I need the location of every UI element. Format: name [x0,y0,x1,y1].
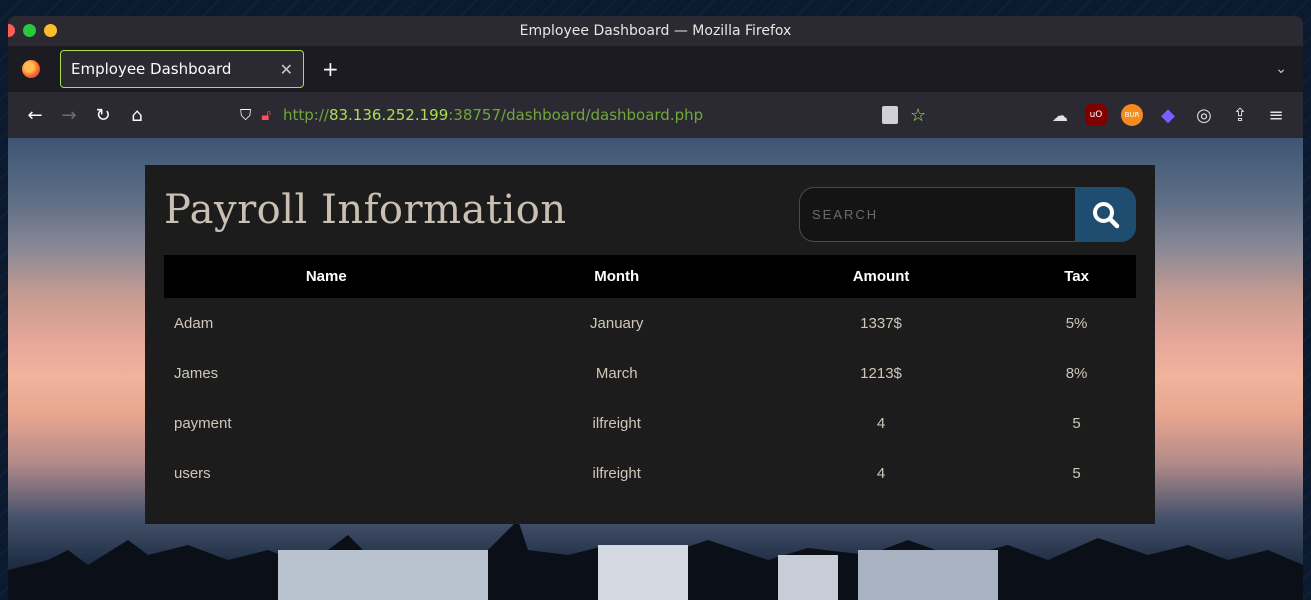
home-icon[interactable]: ⌂ [120,105,154,126]
payroll-panel: Payroll Information Name Month Amount [145,165,1155,524]
close-window-button[interactable] [8,24,15,37]
cell-name: James [174,364,219,382]
table-row: payment ilfreight 4 5 [164,398,1136,448]
table-row: Adam January 1337$ 5% [164,298,1136,348]
back-arrow-icon[interactable]: ← [18,105,52,126]
window-controls [8,24,57,37]
tab-label: Employee Dashboard [71,60,232,78]
tab-employee-dashboard[interactable]: Employee Dashboard ✕ [60,50,304,88]
chevron-down-icon[interactable]: ⌄ [1275,61,1287,77]
url-bar[interactable]: ⛉ 🔓︎ http://83.136.252.199:38757/dashboa… [240,106,703,124]
minimize-window-button[interactable] [44,24,57,37]
url-path: :38757/dashboard/dashboard.php [448,106,704,124]
cell-tax: 8% [1065,364,1088,382]
extension-icon[interactable]: ☁ [1049,104,1071,126]
search-button[interactable] [1075,187,1136,242]
extensions-toolbar: ☁ uO BUR ◆ ◎ ⇪ ≡ [1049,104,1287,126]
cell-amount: 1213$ [860,364,902,382]
tab-bar: Employee Dashboard ✕ + ⌄ [8,46,1303,92]
reload-icon[interactable]: ↻ [86,105,120,126]
cell-month: March [595,364,638,382]
payroll-table: Name Month Amount Tax Adam January 1337$… [164,255,1136,498]
page-content: Payroll Information Name Month Amount [8,138,1303,600]
menu-icon[interactable]: ≡ [1265,104,1287,126]
cell-month: ilfreight [592,414,641,432]
diamond-icon[interactable]: ◆ [1157,104,1179,126]
cell-tax: 5 [1072,464,1081,482]
ublock-icon[interactable]: uO [1085,104,1107,126]
cell-amount: 4 [876,464,886,482]
cookie-icon[interactable]: ◎ [1193,104,1215,126]
cell-amount: 4 [876,414,886,432]
cell-amount: 1337$ [860,314,902,332]
column-header-name: Name [305,268,347,285]
new-tab-button[interactable]: + [322,57,339,81]
cell-tax: 5 [1072,414,1081,432]
navigation-bar: ← → ↻ ⌂ ⛉ 🔓︎ http://83.136.252.199:38757… [8,92,1303,138]
column-header-amount: Amount [852,268,910,285]
reader-view-icon[interactable] [882,106,898,124]
url-host: 83.136.252.199 [328,106,449,124]
table-header-row: Name Month Amount Tax [164,255,1136,298]
share-icon[interactable]: ⇪ [1229,104,1251,126]
table-row: James March 1213$ 8% [164,348,1136,398]
close-icon[interactable]: ✕ [280,60,293,79]
forward-arrow-icon[interactable]: → [52,105,86,126]
window-title: Employee Dashboard — Mozilla Firefox [519,23,792,39]
search-form [799,187,1136,242]
search-input[interactable] [799,187,1075,242]
cell-month: January [590,314,644,332]
burp-icon[interactable]: BUR [1121,104,1143,126]
maximize-window-button[interactable] [23,24,36,37]
insecure-lock-icon[interactable]: 🔓︎ [261,106,271,124]
title-bar: Employee Dashboard — Mozilla Firefox [8,16,1303,46]
url-protocol: http:// [283,106,329,124]
cell-name: Adam [174,314,214,332]
cell-name: users [174,464,211,482]
shield-icon[interactable]: ⛉ [240,106,251,124]
cell-month: ilfreight [592,464,641,482]
star-icon[interactable]: ☆ [910,105,926,126]
firefox-logo-icon [22,60,40,78]
cell-tax: 5% [1065,314,1088,332]
column-header-month: Month [594,268,640,285]
column-header-tax: Tax [1064,268,1089,285]
cell-name: payment [174,414,232,432]
table-row: users ilfreight 4 5 [164,448,1136,498]
browser-window: Employee Dashboard — Mozilla Firefox Emp… [8,16,1303,600]
search-icon [1092,201,1119,228]
page-title: Payroll Information [164,187,567,233]
